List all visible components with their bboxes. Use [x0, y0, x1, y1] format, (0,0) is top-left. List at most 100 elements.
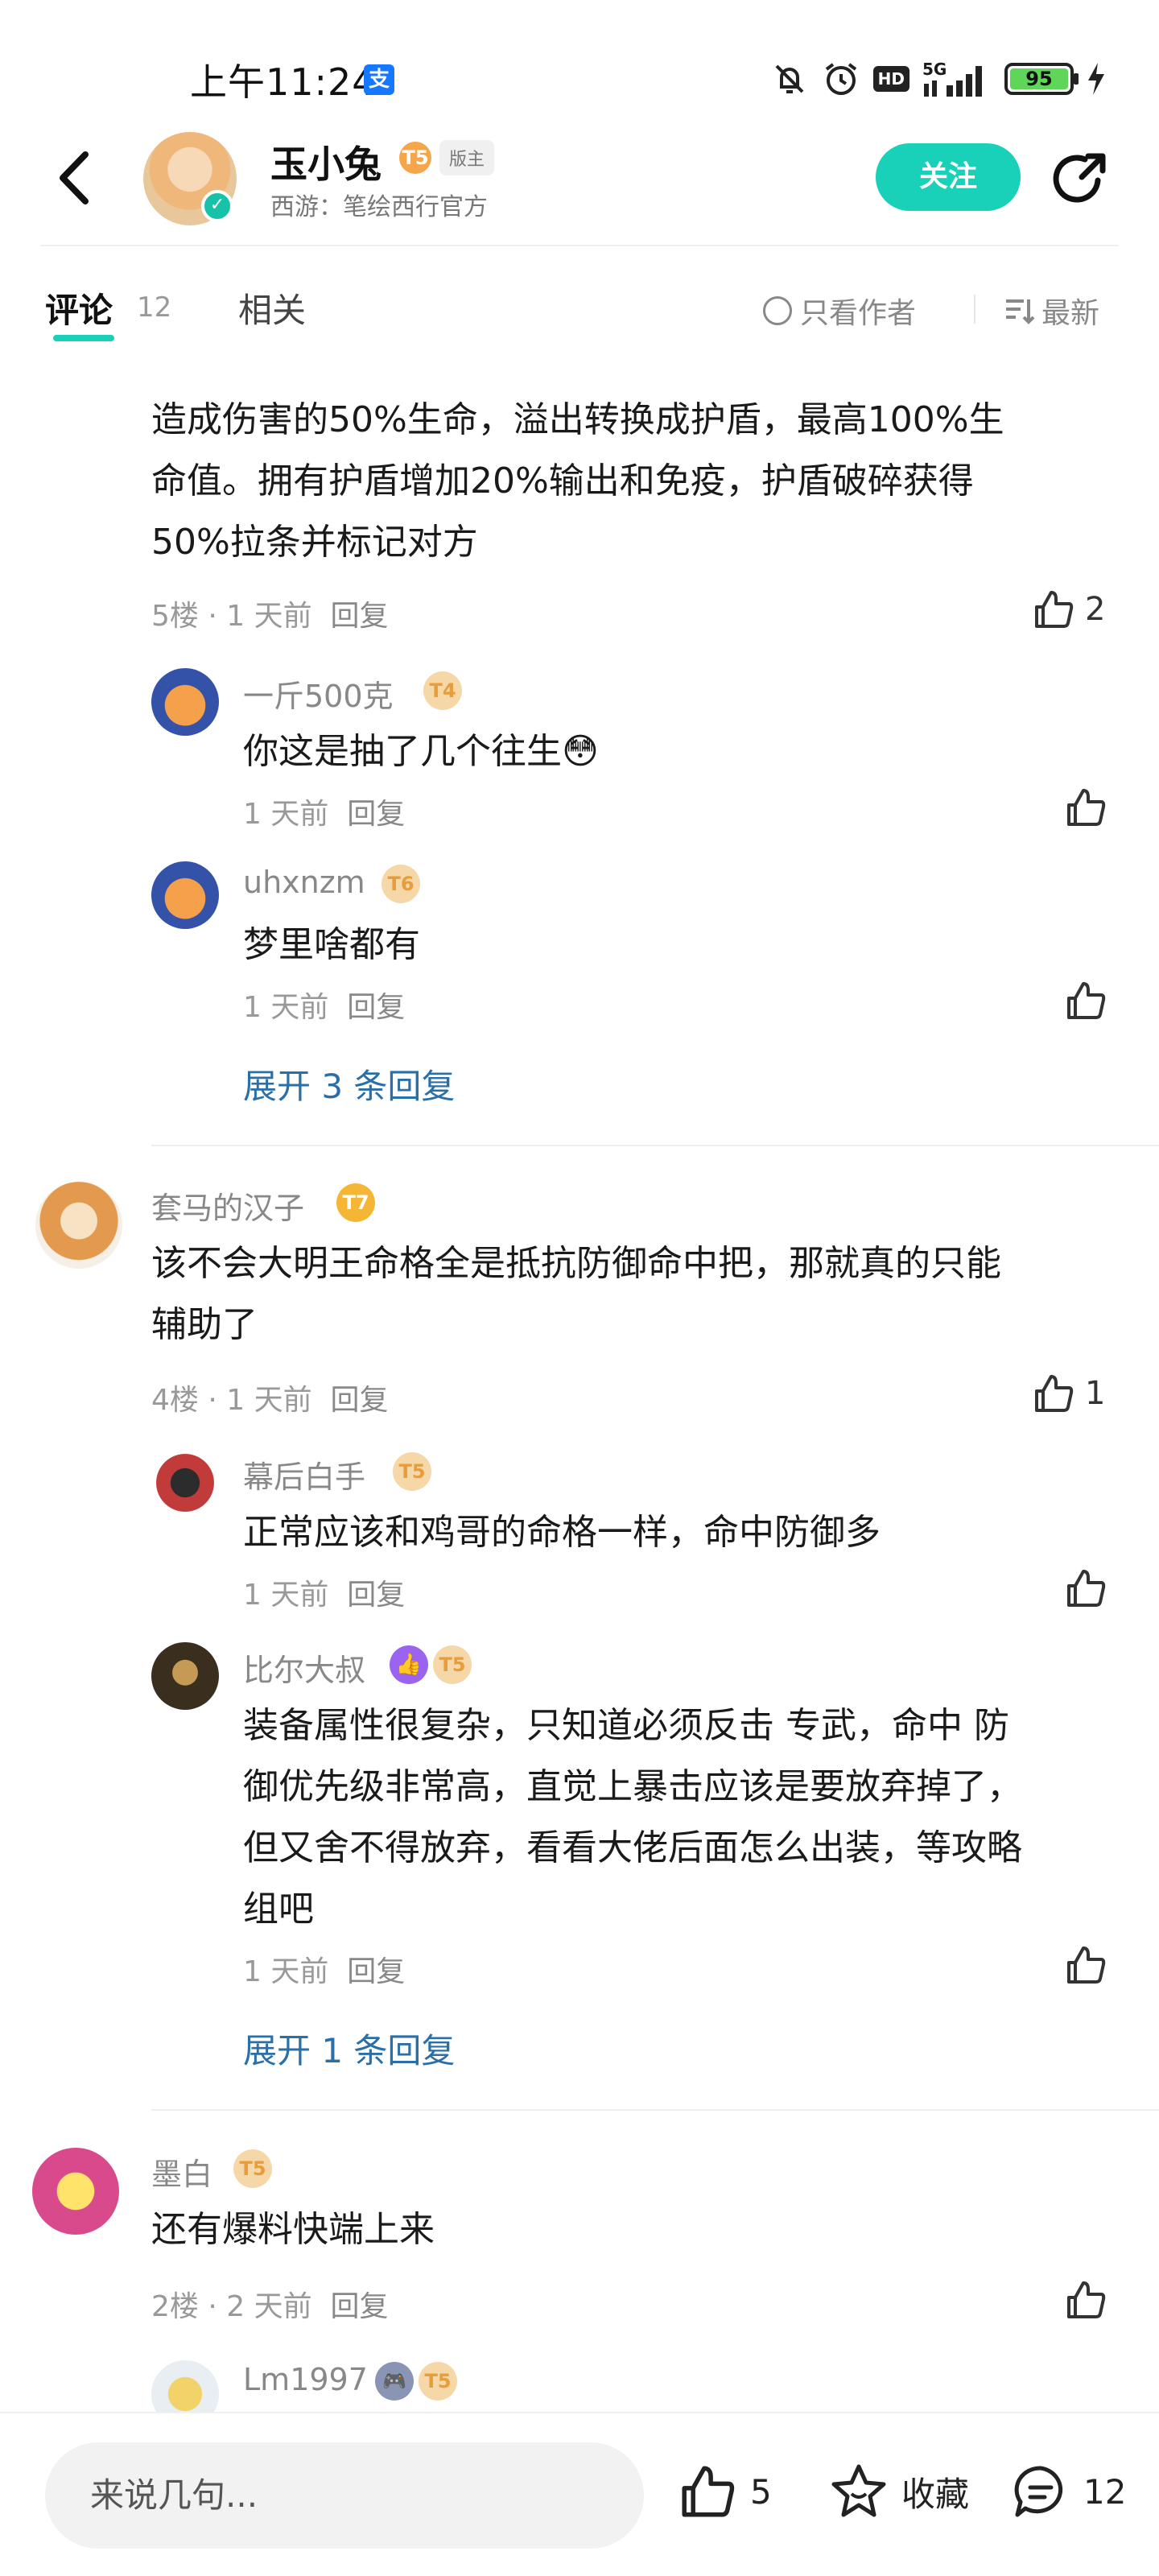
- like-button[interactable]: [1064, 786, 1107, 829]
- tab-active-indicator: [53, 335, 114, 341]
- reply-button[interactable]: 回复: [331, 1384, 389, 1417]
- user-level-badge: T4: [423, 671, 462, 710]
- reply-button[interactable]: 回复: [347, 1579, 405, 1612]
- hd-icon: HD: [872, 66, 909, 92]
- tab-related[interactable]: 相关: [238, 283, 306, 332]
- comment-bubble-icon: [1014, 2466, 1063, 2517]
- reply-text: 你这是抽了几个往生😳: [243, 731, 599, 772]
- comments-total: 12: [1083, 2471, 1127, 2512]
- sort-toggle[interactable]: 最新: [1003, 290, 1099, 332]
- charging-icon: [1088, 63, 1104, 95]
- status-icons: HD 5G 95: [770, 58, 1106, 100]
- comment-meta: 4楼 · 1 天前 回复: [151, 1384, 389, 1417]
- reply-button[interactable]: 回复: [347, 798, 405, 831]
- like-button[interactable]: [1064, 1943, 1107, 1987]
- reply-text: 梦里啥都有: [243, 924, 420, 965]
- reply-text: 组吧: [243, 1889, 314, 1930]
- radio-icon: [763, 296, 792, 325]
- reply-text: 但又舍不得放弃，看看大佬后面怎么出装，等攻略: [243, 1827, 1022, 1868]
- game-controller-badge-icon: 🎮: [375, 2362, 414, 2401]
- avatar[interactable]: [151, 1642, 219, 1710]
- reply-meta: 1 天前 回复: [243, 1955, 406, 1988]
- comment-meta: 5楼 · 1 天前 回复: [151, 600, 389, 633]
- thumbs-up-icon: [1035, 1375, 1074, 1412]
- thumbs-up-icon: [1067, 1946, 1106, 1984]
- share-icon[interactable]: [1050, 148, 1111, 209]
- follow-button[interactable]: 关注: [876, 143, 1021, 211]
- avatar[interactable]: [35, 1182, 122, 1269]
- author-only-label: 只看作者: [800, 297, 917, 330]
- like-count: 2: [1085, 591, 1106, 628]
- comment-username[interactable]: 套马的汉子: [151, 1183, 304, 1228]
- thumbs-up-icon: [1067, 1570, 1106, 1607]
- reply-text: 正常应该和鸡哥的命格一样，命中防御多: [243, 1512, 881, 1553]
- reply-text: 装备属性很复杂，只知道必须反击 专武，命中 防: [243, 1705, 1009, 1746]
- like-button[interactable]: 1: [1032, 1372, 1105, 1415]
- avatar[interactable]: [151, 668, 219, 736]
- user-level-badge: T5: [433, 1645, 472, 1684]
- favorite-label: 收藏: [901, 2474, 970, 2514]
- battery-level: 95: [1010, 68, 1068, 89]
- expand-replies-link[interactable]: 展开 1 条回复: [243, 2024, 455, 2073]
- reply-button[interactable]: 回复: [331, 600, 389, 633]
- reply-button[interactable]: 回复: [331, 2290, 389, 2323]
- like-button[interactable]: [1064, 2278, 1107, 2322]
- mute-bell-icon: [775, 64, 804, 93]
- thumbs-up-icon: [1067, 789, 1106, 826]
- signal-icon: 5G: [922, 60, 992, 98]
- comment-text: 命值。拥有护盾增加20%输出和免疫，护盾破碎获得: [151, 460, 974, 502]
- thumbs-up-icon: [1067, 2281, 1106, 2318]
- post-like-count: 5: [750, 2471, 772, 2512]
- reply-username[interactable]: Lm1997: [243, 2362, 368, 2397]
- author-subtitle: 西游：笔绘西行官方: [270, 193, 488, 221]
- author-only-toggle[interactable]: 只看作者: [763, 290, 916, 332]
- tab-comments[interactable]: 评论: [45, 283, 113, 332]
- author-name[interactable]: 玉小兔: [270, 135, 382, 188]
- tab-separator: [974, 295, 975, 324]
- reply-button[interactable]: 回复: [347, 991, 405, 1024]
- comments-count: 12: [137, 291, 172, 324]
- avatar[interactable]: [151, 861, 219, 929]
- header-divider: [40, 245, 1119, 246]
- comment-text: 造成伤害的50%生命，溢出转换成护盾，最高100%生: [151, 399, 1004, 440]
- comment-meta: 2楼 · 2 天前 回复: [151, 2290, 389, 2323]
- comment-divider: [151, 1145, 1159, 1146]
- comment-tabs: 评论 12 相关 只看作者 最新: [0, 266, 1159, 354]
- alarm-icon: [825, 63, 856, 95]
- status-bar: 上午11:24 支 HD 5G 95: [0, 0, 1159, 121]
- reply-meta: 1 天前 回复: [243, 991, 406, 1024]
- thumbs-up-icon: [682, 2466, 735, 2517]
- like-button[interactable]: [1064, 979, 1107, 1022]
- reply-username[interactable]: 比尔大叔: [243, 1645, 365, 1690]
- user-level-badge: T7: [336, 1183, 375, 1222]
- comment-divider: [151, 2109, 1159, 2111]
- star-icon: [831, 2464, 886, 2517]
- reply-username[interactable]: 幕后白手: [243, 1452, 365, 1496]
- reply-text: 御优先级非常高，直觉上暴击应该是要放弃掉了，: [243, 1766, 1022, 1807]
- user-level-badge: T5: [233, 2149, 272, 2188]
- expand-replies-link[interactable]: 展开 3 条回复: [243, 1059, 455, 1108]
- avatar[interactable]: [151, 1449, 219, 1517]
- favorite-button[interactable]: 收藏: [829, 2462, 969, 2521]
- post-like-button[interactable]: 5: [678, 2462, 772, 2521]
- reply-meta: 1 天前 回复: [243, 798, 406, 831]
- user-level-badge: T5: [419, 2362, 457, 2401]
- vip-badge-icon: 👍: [390, 1645, 428, 1684]
- comment-input[interactable]: 来说几句...: [45, 2442, 644, 2549]
- verified-check-icon: ✓: [201, 190, 233, 222]
- comments-button[interactable]: 12: [1011, 2462, 1126, 2521]
- back-arrow-icon[interactable]: [52, 150, 100, 206]
- avatar[interactable]: [32, 2148, 119, 2235]
- comment-text: 还有爆料快端上来: [151, 2209, 435, 2250]
- like-button[interactable]: [1064, 1567, 1107, 1610]
- status-time: 上午11:24: [190, 60, 377, 104]
- author-level-badge: T5: [399, 142, 431, 174]
- comment-username[interactable]: 墨白: [151, 2149, 212, 2194]
- reply-username[interactable]: uhxnzm: [243, 865, 365, 900]
- reply-button[interactable]: 回复: [347, 1955, 405, 1988]
- like-button[interactable]: 2: [1032, 588, 1105, 631]
- sort-label: 最新: [1041, 297, 1100, 330]
- reply-username[interactable]: 一斤500克: [243, 671, 394, 716]
- like-count: 1: [1085, 1375, 1106, 1412]
- battery-icon: 95: [1004, 63, 1079, 95]
